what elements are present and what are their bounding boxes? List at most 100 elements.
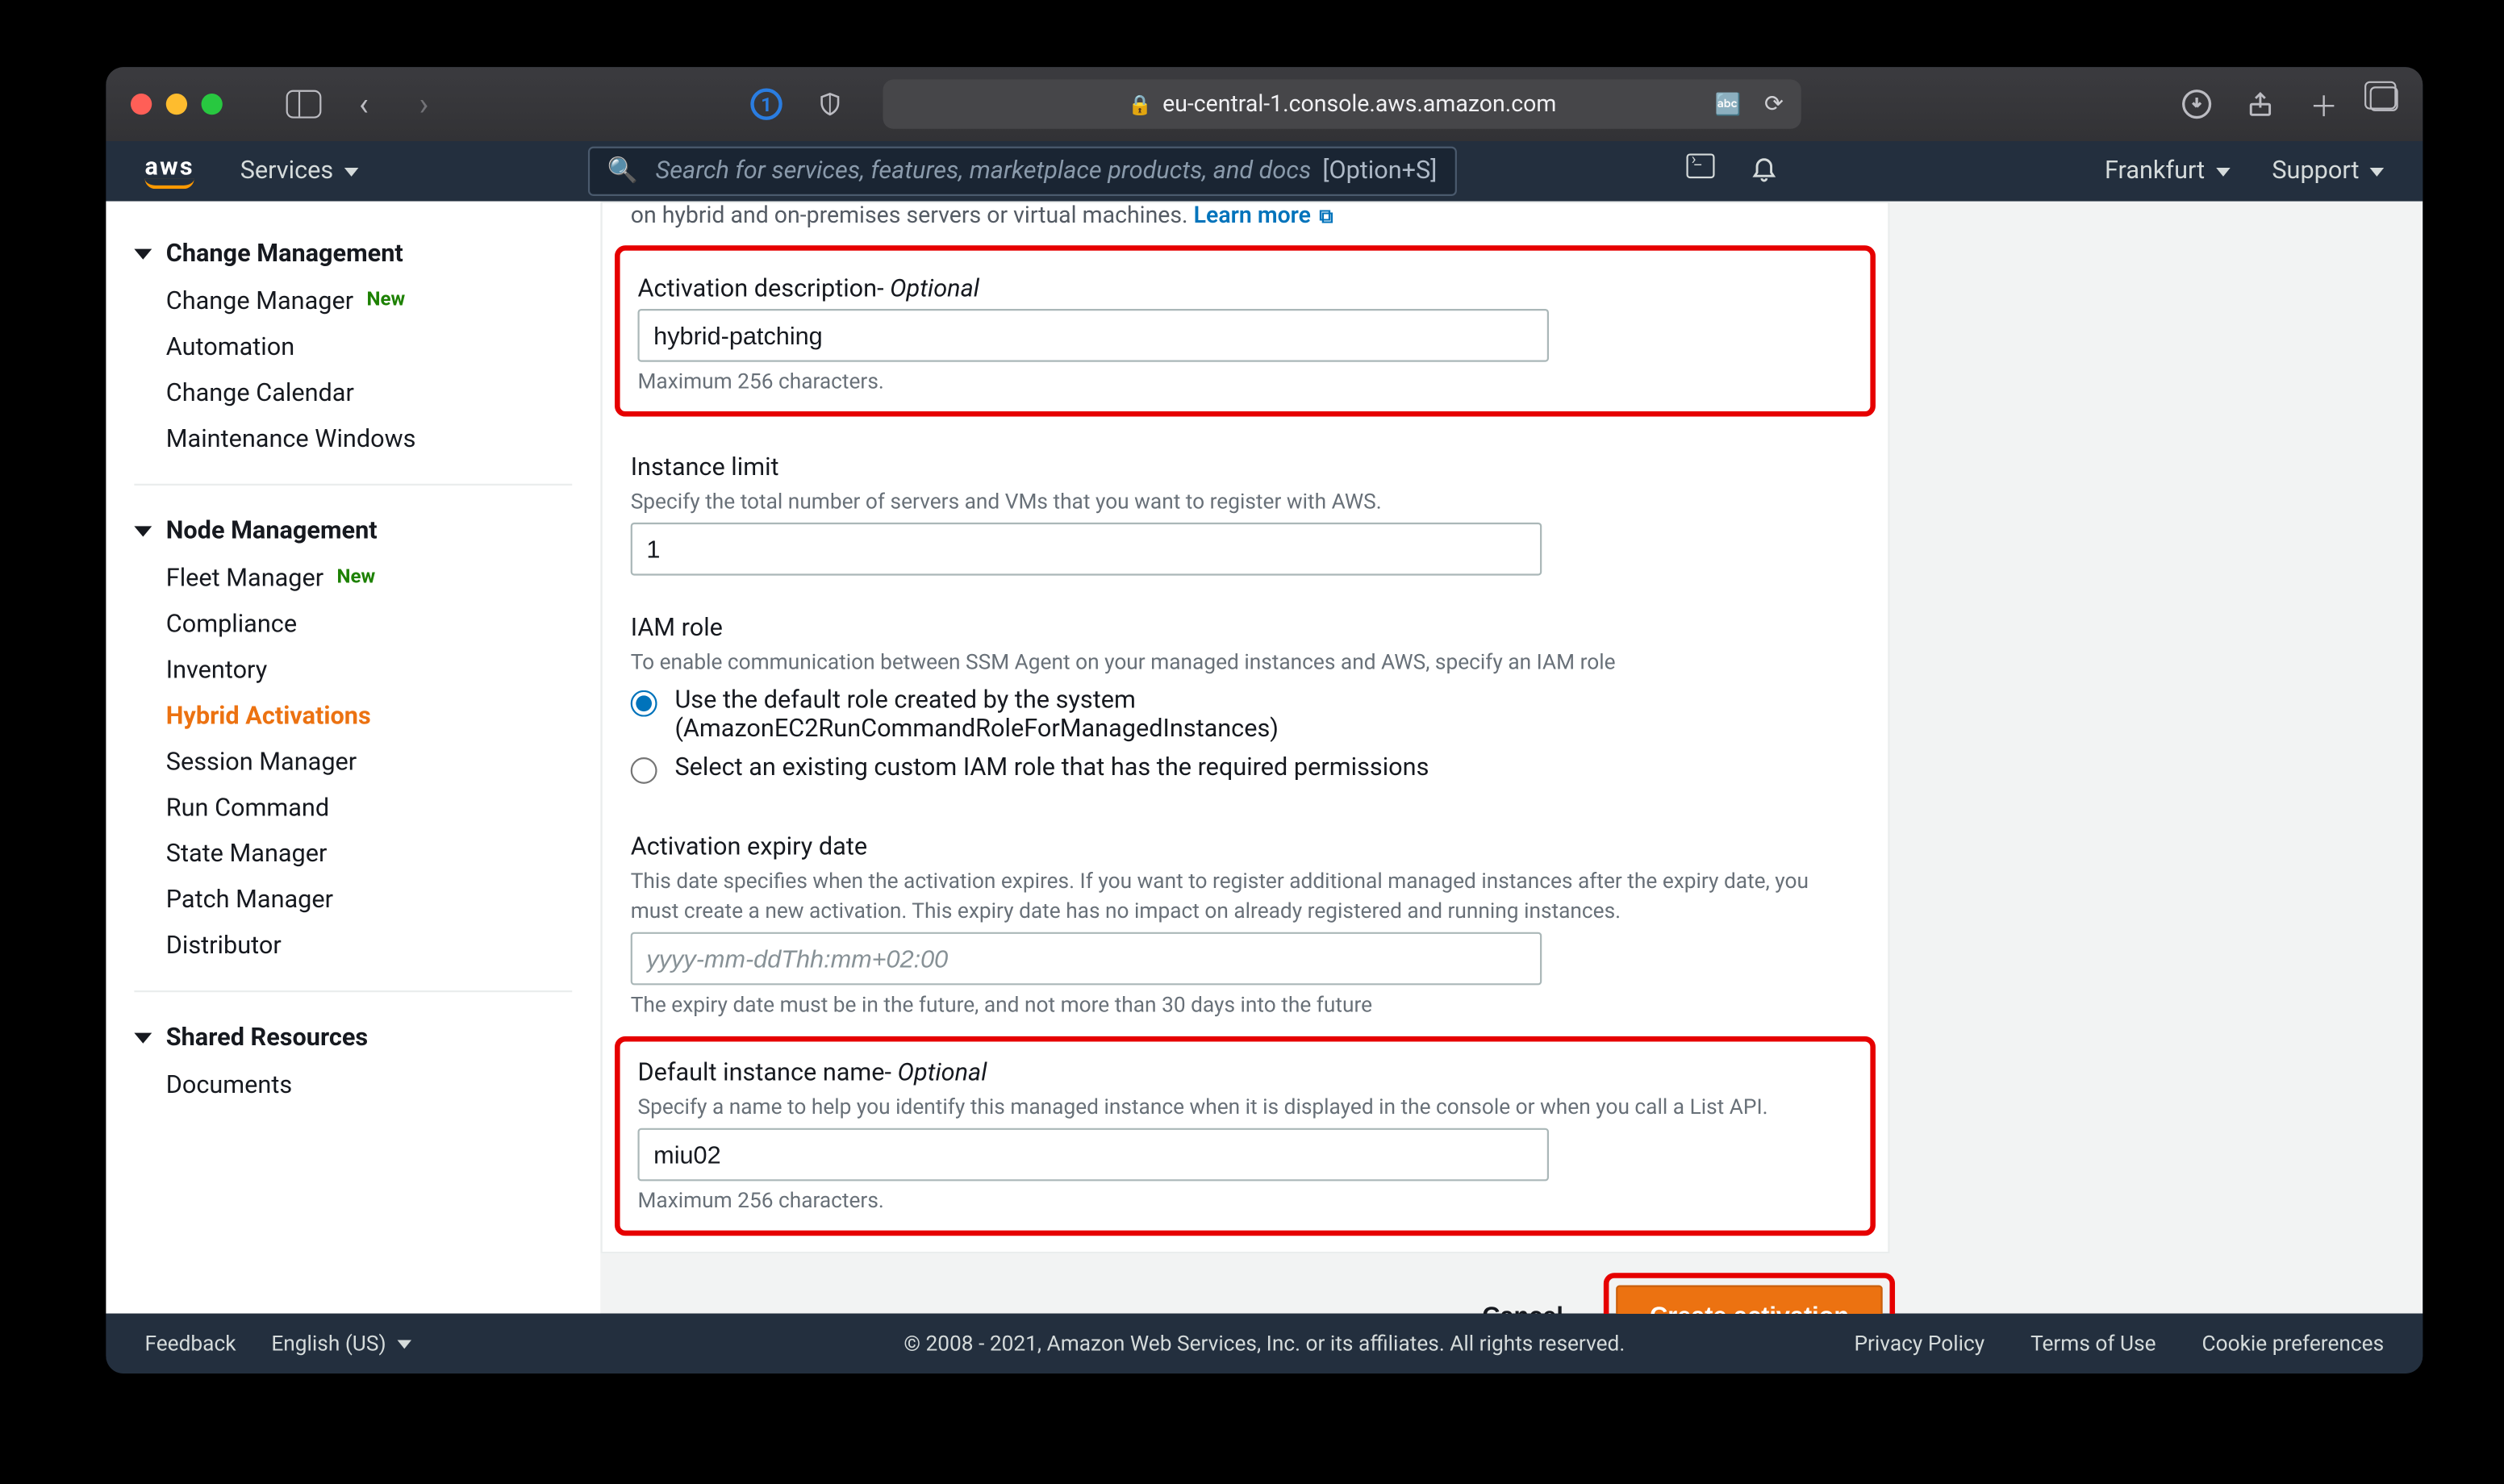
cloudshell-icon[interactable] bbox=[1686, 153, 1714, 178]
back-icon[interactable]: ‹ bbox=[339, 83, 388, 126]
expiry-help: This date specifies when the activation … bbox=[630, 868, 1848, 925]
cookie-preferences-link[interactable]: Cookie preferences bbox=[2202, 1332, 2385, 1357]
chevron-down-icon bbox=[2215, 167, 2230, 176]
activation-description-block: Activation description- Optional Maximum… bbox=[620, 251, 1870, 411]
instance-limit-help: Specify the total number of servers and … bbox=[630, 487, 1859, 515]
instance-limit-label: Instance limit bbox=[630, 454, 1859, 482]
aws-top-nav: aws Services 🔍 Search for services, feat… bbox=[106, 141, 2423, 201]
support-menu[interactable]: Support bbox=[2272, 157, 2384, 186]
onepassword-icon[interactable]: 1 bbox=[741, 83, 791, 126]
instance-limit-input[interactable] bbox=[630, 523, 1542, 576]
sidebar-item-compliance[interactable]: Compliance bbox=[106, 602, 600, 648]
sidebar-section-change-management[interactable]: Change Management bbox=[106, 230, 600, 279]
search-shortcut: [Option+S] bbox=[1322, 157, 1437, 186]
sidebar-item-label: Change Manager bbox=[166, 288, 353, 316]
minimize-window-icon[interactable] bbox=[166, 94, 187, 115]
sidebar-item-label: Maintenance Windows bbox=[166, 426, 416, 454]
learn-more-label: Learn more bbox=[1193, 203, 1310, 230]
region-selector[interactable]: Frankfurt bbox=[2105, 157, 2230, 186]
sidebar-item-state-manager[interactable]: State Manager bbox=[106, 832, 600, 877]
privacy-policy-link[interactable]: Privacy Policy bbox=[1854, 1332, 1984, 1357]
sidebar-item-hybrid-activations[interactable]: Hybrid Activations bbox=[106, 694, 600, 740]
activation-description-input[interactable] bbox=[637, 309, 1549, 362]
sidebar-item-label: Distributor bbox=[166, 932, 282, 961]
url-text: eu-central-1.console.aws.amazon.com bbox=[1162, 91, 1556, 118]
chevron-down-icon bbox=[134, 249, 152, 260]
sidebar-item-run-command[interactable]: Run Command bbox=[106, 786, 600, 832]
language-selector[interactable]: English (US) bbox=[271, 1332, 411, 1357]
share-icon[interactable] bbox=[2243, 86, 2278, 122]
forward-icon[interactable]: › bbox=[399, 83, 449, 126]
chevron-down-icon bbox=[134, 526, 152, 536]
learn-more-link[interactable]: Learn more ⧉ bbox=[1193, 203, 1333, 230]
expiry-input[interactable] bbox=[630, 932, 1542, 985]
iam-role-option-custom[interactable]: Select an existing custom IAM role that … bbox=[630, 755, 1859, 785]
privacy-shield-icon[interactable] bbox=[805, 83, 854, 126]
new-badge: New bbox=[337, 565, 376, 587]
default-instance-name-label: Default instance name- Optional bbox=[637, 1059, 1852, 1087]
notifications-icon[interactable] bbox=[1750, 153, 1778, 189]
global-search[interactable]: 🔍 Search for services, features, marketp… bbox=[587, 147, 1456, 196]
iam-role-option-default[interactable]: Use the default role created by the syst… bbox=[630, 687, 1859, 744]
create-activation-highlight: Create activation bbox=[1609, 1278, 1890, 1314]
sidebar: Change Management Change Manager New Aut… bbox=[106, 202, 600, 1314]
services-menu[interactable]: Services bbox=[240, 157, 358, 186]
sidebar-item-maintenance-windows[interactable]: Maintenance Windows bbox=[106, 417, 600, 463]
terms-of-use-link[interactable]: Terms of Use bbox=[2030, 1332, 2156, 1357]
sidebar-section-label: Change Management bbox=[166, 240, 403, 269]
create-activation-button[interactable]: Create activation bbox=[1616, 1285, 1882, 1313]
default-instance-name-help: Specify a name to help you identify this… bbox=[637, 1092, 1852, 1120]
reload-icon[interactable]: ⟳ bbox=[1764, 91, 1784, 118]
sidebar-item-label: Change Calendar bbox=[166, 380, 354, 408]
form-actions: Cancel Create activation bbox=[600, 1278, 1889, 1314]
field-label-text: Activation description- bbox=[637, 275, 883, 303]
iam-role-label: IAM role bbox=[630, 615, 1859, 643]
field-label-text: Default instance name- bbox=[637, 1059, 891, 1087]
sidebar-item-patch-manager[interactable]: Patch Manager bbox=[106, 877, 600, 923]
radio-label-line1: Use the default role created by the syst… bbox=[674, 687, 1279, 715]
maximize-window-icon[interactable] bbox=[202, 94, 223, 115]
cancel-button[interactable]: Cancel bbox=[1457, 1287, 1588, 1314]
activation-description-hint: Maximum 256 characters. bbox=[637, 369, 1852, 394]
downloads-icon[interactable] bbox=[2179, 86, 2214, 122]
iam-role-block: IAM role To enable communication between… bbox=[602, 590, 1888, 810]
expiry-hint: The expiry date must be in the future, a… bbox=[630, 992, 1859, 1017]
sidebar-item-distributor[interactable]: Distributor bbox=[106, 923, 600, 969]
sidebar-section-node-management[interactable]: Node Management bbox=[106, 506, 600, 556]
sidebar-section-label: Node Management bbox=[166, 517, 378, 545]
sidebar-item-label: Inventory bbox=[166, 657, 267, 685]
support-label: Support bbox=[2272, 157, 2359, 186]
iam-role-radio-custom[interactable] bbox=[630, 758, 657, 785]
close-window-icon[interactable] bbox=[131, 94, 152, 115]
feedback-link[interactable]: Feedback bbox=[144, 1332, 236, 1357]
sidebar-section-shared-resources[interactable]: Shared Resources bbox=[106, 1013, 600, 1062]
iam-role-radio-default[interactable] bbox=[630, 691, 657, 718]
main-content: on hybrid and on-premises servers or vir… bbox=[600, 202, 2423, 1314]
lock-icon: 🔒 bbox=[1128, 93, 1152, 115]
translate-icon[interactable]: 🔤 bbox=[1715, 92, 1742, 117]
new-tab-icon[interactable]: ＋ bbox=[2306, 86, 2342, 122]
tab-overview-icon[interactable] bbox=[2370, 86, 2398, 111]
chevron-down-icon bbox=[344, 167, 358, 176]
activation-form-panel: on hybrid and on-premises servers or vir… bbox=[600, 202, 1889, 1254]
chevron-down-icon bbox=[397, 1339, 411, 1348]
sidebar-item-label: Hybrid Activations bbox=[166, 702, 371, 731]
sidebar-item-fleet-manager[interactable]: Fleet Manager New bbox=[106, 556, 600, 602]
sidebar-item-session-manager[interactable]: Session Manager bbox=[106, 740, 600, 786]
sidebar-item-documents[interactable]: Documents bbox=[106, 1063, 600, 1109]
search-icon: 🔍 bbox=[607, 157, 638, 186]
sidebar-divider bbox=[134, 990, 572, 992]
sidebar-item-change-calendar[interactable]: Change Calendar bbox=[106, 371, 600, 417]
sidebar-item-inventory[interactable]: Inventory bbox=[106, 648, 600, 694]
sidebar-toggle-icon[interactable] bbox=[279, 83, 328, 126]
aws-logo[interactable]: aws bbox=[144, 153, 194, 189]
sidebar-item-change-manager[interactable]: Change Manager New bbox=[106, 279, 600, 325]
browser-toolbar: ‹ › 1 🔒 eu-central-1.console.aws.amazon.… bbox=[106, 67, 2423, 141]
default-instance-name-input[interactable] bbox=[637, 1128, 1549, 1182]
new-badge: New bbox=[367, 288, 406, 311]
sidebar-item-automation[interactable]: Automation bbox=[106, 325, 600, 371]
region-label: Frankfurt bbox=[2105, 157, 2205, 186]
external-link-icon: ⧉ bbox=[1314, 205, 1333, 227]
copyright: © 2008 - 2021, Amazon Web Services, Inc.… bbox=[904, 1332, 1625, 1357]
url-bar[interactable]: 🔒 eu-central-1.console.aws.amazon.com 🔤 … bbox=[883, 80, 1801, 129]
